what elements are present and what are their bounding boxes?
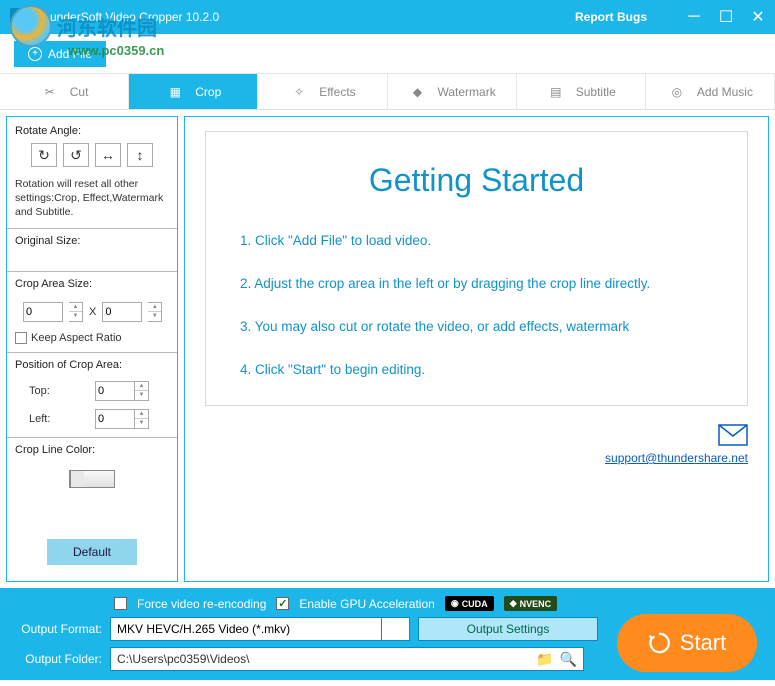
plus-icon: + [28,47,42,61]
browse-folder-icon[interactable]: 📁 [536,651,553,668]
crop-top-input[interactable] [95,381,135,401]
getting-started-box: Getting Started 1. Click "Add File" to l… [205,131,748,406]
original-size-label: Original Size: [15,235,169,247]
tab-add-music[interactable]: ◎ Add Music [646,74,775,109]
crop-left-input[interactable] [95,409,135,429]
minimize-button[interactable]: ─ [687,10,701,24]
tab-strip: ✂ Cut ▦ Crop ✧ Effects ◆ Watermark ▤ Sub… [0,74,775,110]
main-area: Rotate Angle: ↻ ↺ ↔ ↕ Rotation will rese… [0,110,775,588]
crop-width-input[interactable] [23,302,63,322]
tab-crop-label: Crop [195,85,221,99]
rotate-ccw-button[interactable]: ↺ [63,143,89,167]
app-icon [10,8,28,26]
tab-add-music-label: Add Music [697,85,753,99]
x-label: X [89,306,96,318]
support-area: support@thundershare.net [205,424,748,465]
crop-icon: ▦ [165,84,185,100]
step-1: 1. Click "Add File" to load video. [240,233,713,248]
start-label: Start [680,630,726,656]
crop-height-spinner[interactable]: ▲▼ [148,302,162,322]
tab-effects-label: Effects [319,85,355,99]
cuda-badge: ◉ CUDA [445,596,494,611]
add-file-label: Add File [48,47,92,61]
crop-width-spinner[interactable]: ▲▼ [69,302,83,322]
crop-area-size-label: Crop Area Size: [15,278,169,290]
maximize-button[interactable]: ☐ [719,10,733,24]
top-label: Top: [29,385,50,397]
rotate-angle-label: Rotate Angle: [15,125,169,137]
crop-line-color-label: Crop Line Color: [15,444,169,456]
crop-left-spinner[interactable]: ▲▼ [135,409,149,429]
subtitle-icon: ▤ [546,84,566,100]
tab-effects[interactable]: ✧ Effects [258,74,387,109]
output-folder-value: C:\Users\pc0359\Videos\ [117,652,530,666]
rotate-note: Rotation will reset all other settings:C… [15,177,169,220]
crop-top-spinner[interactable]: ▲▼ [135,381,149,401]
bottom-bar: Force video re-encoding Enable GPU Accel… [0,588,775,680]
crop-line-color-picker[interactable] [69,470,115,488]
tab-cut[interactable]: ✂ Cut [0,74,129,109]
support-email-link[interactable]: support@thundershare.net [205,451,748,465]
getting-started-title: Getting Started [240,162,713,199]
tab-watermark[interactable]: ◆ Watermark [388,74,517,109]
keep-aspect-label: Keep Aspect Ratio [31,332,122,344]
watermark-icon: ◆ [407,84,427,100]
titlebar: ThunderSoft Video Cropper 10.2.0 Report … [0,0,775,34]
output-format-dropdown-button[interactable]: ▲ [382,617,410,641]
music-icon: ◎ [667,84,687,100]
output-folder-field[interactable]: C:\Users\pc0359\Videos\ 📁 🔍 [110,647,584,671]
step-3: 3. You may also cut or rotate the video,… [240,319,713,334]
scissors-icon: ✂ [40,84,60,100]
content-panel: Getting Started 1. Click "Add File" to l… [184,116,769,582]
crop-settings-panel: Rotate Angle: ↻ ↺ ↔ ↕ Rotation will rese… [6,116,178,582]
tab-subtitle[interactable]: ▤ Subtitle [517,74,646,109]
output-settings-button[interactable]: Output Settings [418,617,598,641]
report-bugs-link[interactable]: Report Bugs [575,10,647,24]
output-format-label: Output Format: [14,622,102,636]
left-label: Left: [29,413,50,425]
tab-crop[interactable]: ▦ Crop [129,74,258,109]
force-reencode-label: Force video re-encoding [137,597,266,611]
nvenc-badge: ◆ NVENC [504,596,557,611]
effects-icon: ✧ [289,84,309,100]
app-title: ThunderSoft Video Cropper 10.2.0 [36,10,575,24]
tab-cut-label: Cut [70,85,89,99]
close-button[interactable]: ✕ [751,10,765,24]
crop-height-input[interactable] [102,302,142,322]
rotate-cw-button[interactable]: ↻ [31,143,57,167]
step-2: 2. Adjust the crop area in the left or b… [240,276,713,291]
gpu-accel-label: Enable GPU Acceleration [299,597,434,611]
add-file-button[interactable]: + Add File [14,41,106,67]
step-4: 4. Click "Start" to begin editing. [240,362,713,377]
output-format-combo[interactable] [110,617,382,641]
default-button[interactable]: Default [47,539,137,565]
toolbar: + Add File [0,34,775,74]
open-folder-icon[interactable]: 🔍 [560,651,577,668]
gpu-accel-checkbox[interactable] [276,597,289,610]
crop-position-label: Position of Crop Area: [15,359,169,371]
tab-subtitle-label: Subtitle [576,85,616,99]
force-reencode-checkbox[interactable] [114,597,127,610]
flip-vertical-button[interactable]: ↕ [127,143,153,167]
flip-horizontal-button[interactable]: ↔ [95,143,121,167]
start-icon [648,632,670,654]
tab-watermark-label: Watermark [437,85,495,99]
start-button[interactable]: Start [617,614,757,672]
output-folder-label: Output Folder: [14,652,102,666]
mail-icon [718,424,748,451]
keep-aspect-checkbox[interactable] [15,332,27,344]
